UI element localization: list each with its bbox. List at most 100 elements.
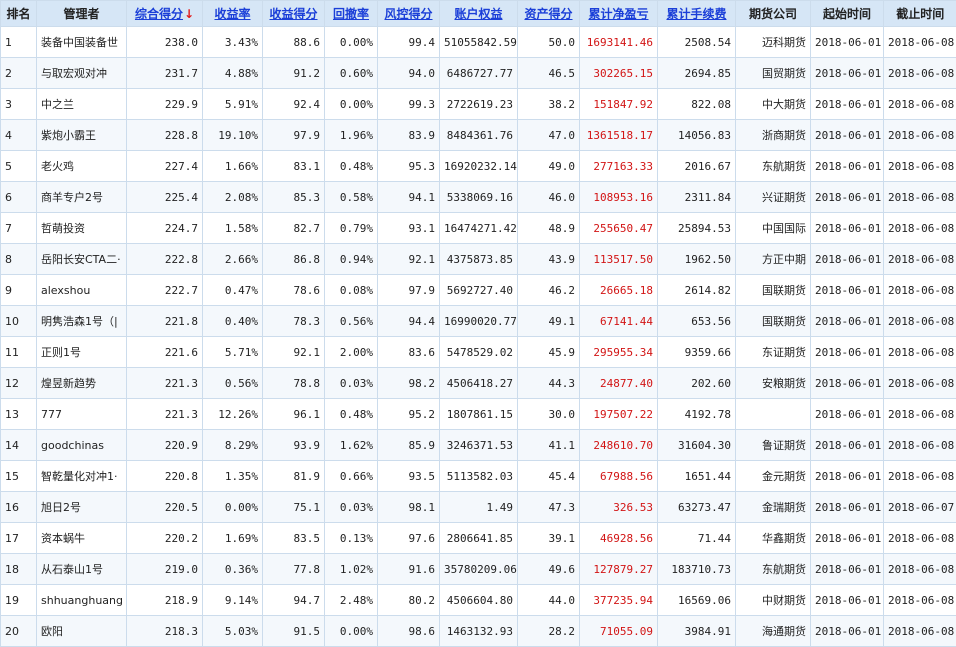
sort-return-rate-link[interactable]: 收益率 — [214, 7, 250, 21]
start-date-cell: 2018-06-01 — [811, 554, 884, 585]
return-rate-cell: 3.43% — [203, 27, 263, 58]
table-row: 2与取宏观对冲231.74.88%91.20.60%94.06486727.77… — [1, 58, 956, 89]
return-rate-cell: 0.56% — [203, 368, 263, 399]
equity-cell: 16474271.42 — [440, 213, 518, 244]
rank-cell: 8 — [1, 244, 37, 275]
col-return-score-header[interactable]: 收益得分 — [263, 1, 325, 27]
return-score-cell: 83.1 — [263, 151, 325, 182]
end-date-cell: 2018-06-08 — [884, 430, 956, 461]
manager-cell: 智乾量化对冲1· — [37, 461, 127, 492]
drawdown-cell: 0.58% — [325, 182, 378, 213]
asset-score-cell: 44.0 — [518, 585, 580, 616]
equity-cell: 1807861.15 — [440, 399, 518, 430]
broker-cell: 国联期货 — [736, 306, 811, 337]
risk-score-cell: 92.1 — [378, 244, 440, 275]
net-profit-cell: 302265.15 — [580, 58, 658, 89]
col-total-score-header[interactable]: 综合得分↓ — [127, 1, 203, 27]
return-score-cell: 86.8 — [263, 244, 325, 275]
sort-return-score-link[interactable]: 收益得分 — [269, 7, 317, 21]
net-profit-cell: 46928.56 — [580, 523, 658, 554]
return-rate-cell: 0.36% — [203, 554, 263, 585]
end-date-cell: 2018-06-08 — [884, 120, 956, 151]
total-score-cell: 238.0 — [127, 27, 203, 58]
col-equity-header[interactable]: 账户权益 — [440, 1, 518, 27]
return-rate-cell: 9.14% — [203, 585, 263, 616]
rank-cell: 1 — [1, 27, 37, 58]
rank-cell: 19 — [1, 585, 37, 616]
manager-cell: 777 — [37, 399, 127, 430]
risk-score-cell: 98.2 — [378, 368, 440, 399]
risk-score-cell: 85.9 — [378, 430, 440, 461]
start-date-cell: 2018-06-01 — [811, 368, 884, 399]
asset-score-cell: 46.0 — [518, 182, 580, 213]
sort-asset-score-link[interactable]: 资产得分 — [524, 7, 572, 21]
return-rate-cell: 0.40% — [203, 306, 263, 337]
broker-cell: 安粮期货 — [736, 368, 811, 399]
end-date-cell: 2018-06-08 — [884, 399, 956, 430]
return-rate-cell: 5.71% — [203, 337, 263, 368]
rank-cell: 10 — [1, 306, 37, 337]
sort-desc-arrow-icon: ↓ — [184, 7, 194, 21]
sort-net-profit-link[interactable]: 累计净盈亏 — [588, 7, 648, 21]
header-row: 排名 管理者 综合得分↓ 收益率 收益得分 回撤率 风控得分 账户权益 资产得分… — [1, 1, 956, 27]
start-date-cell: 2018-06-01 — [811, 616, 884, 647]
fees-cell: 202.60 — [658, 368, 736, 399]
equity-cell: 4506418.27 — [440, 368, 518, 399]
sort-drawdown-link[interactable]: 回撤率 — [333, 7, 369, 21]
table-row: 16旭日2号220.50.00%75.10.03%98.11.4947.3326… — [1, 492, 956, 523]
col-drawdown-header[interactable]: 回撤率 — [325, 1, 378, 27]
start-date-cell: 2018-06-01 — [811, 430, 884, 461]
table-row: 20欧阳218.35.03%91.50.00%98.61463132.9328.… — [1, 616, 956, 647]
asset-score-cell: 49.0 — [518, 151, 580, 182]
equity-cell: 5692727.40 — [440, 275, 518, 306]
broker-cell: 华鑫期货 — [736, 523, 811, 554]
start-date-cell: 2018-06-01 — [811, 58, 884, 89]
sort-fees-link[interactable]: 累计手续费 — [666, 7, 726, 21]
end-date-cell: 2018-06-08 — [884, 461, 956, 492]
rank-cell: 17 — [1, 523, 37, 554]
return-rate-cell: 12.26% — [203, 399, 263, 430]
broker-cell: 方正中期 — [736, 244, 811, 275]
return-rate-cell: 4.88% — [203, 58, 263, 89]
col-fees-header[interactable]: 累计手续费 — [658, 1, 736, 27]
manager-cell: 与取宏观对冲 — [37, 58, 127, 89]
table-row: 12煌昱新趋势221.30.56%78.80.03%98.24506418.27… — [1, 368, 956, 399]
col-asset-score-header[interactable]: 资产得分 — [518, 1, 580, 27]
return-rate-cell: 2.08% — [203, 182, 263, 213]
sort-total-score-link[interactable]: 综合得分 — [135, 7, 183, 21]
table-row: 5老火鸡227.41.66%83.10.48%95.316920232.1449… — [1, 151, 956, 182]
net-profit-cell: 277163.33 — [580, 151, 658, 182]
equity-cell: 1.49 — [440, 492, 518, 523]
col-net-profit-header[interactable]: 累计净盈亏 — [580, 1, 658, 27]
total-score-cell: 224.7 — [127, 213, 203, 244]
rank-cell: 16 — [1, 492, 37, 523]
return-rate-cell: 1.66% — [203, 151, 263, 182]
table-row: 9alexshou222.70.47%78.60.08%97.95692727.… — [1, 275, 956, 306]
sort-risk-score-link[interactable]: 风控得分 — [384, 7, 432, 21]
sort-equity-link[interactable]: 账户权益 — [454, 7, 502, 21]
end-date-cell: 2018-06-08 — [884, 554, 956, 585]
return-score-cell: 94.7 — [263, 585, 325, 616]
start-date-cell: 2018-06-01 — [811, 585, 884, 616]
ranking-table: 排名 管理者 综合得分↓ 收益率 收益得分 回撤率 风控得分 账户权益 资产得分… — [0, 0, 956, 647]
return-rate-cell: 5.91% — [203, 89, 263, 120]
table-row: 18从石泰山1号219.00.36%77.81.02%91.635780209.… — [1, 554, 956, 585]
total-score-cell: 221.3 — [127, 368, 203, 399]
return-score-cell: 81.9 — [263, 461, 325, 492]
drawdown-cell: 1.02% — [325, 554, 378, 585]
asset-score-cell: 44.3 — [518, 368, 580, 399]
broker-cell: 金元期货 — [736, 461, 811, 492]
start-date-cell: 2018-06-01 — [811, 120, 884, 151]
net-profit-cell: 255650.47 — [580, 213, 658, 244]
fees-cell: 2311.84 — [658, 182, 736, 213]
return-score-cell: 96.1 — [263, 399, 325, 430]
col-return-rate-header[interactable]: 收益率 — [203, 1, 263, 27]
fees-cell: 2508.54 — [658, 27, 736, 58]
fees-cell: 14056.83 — [658, 120, 736, 151]
net-profit-cell: 295955.34 — [580, 337, 658, 368]
col-risk-score-header[interactable]: 风控得分 — [378, 1, 440, 27]
return-rate-cell: 2.66% — [203, 244, 263, 275]
asset-score-cell: 49.1 — [518, 306, 580, 337]
manager-cell: 煌昱新趋势 — [37, 368, 127, 399]
drawdown-cell: 0.48% — [325, 399, 378, 430]
